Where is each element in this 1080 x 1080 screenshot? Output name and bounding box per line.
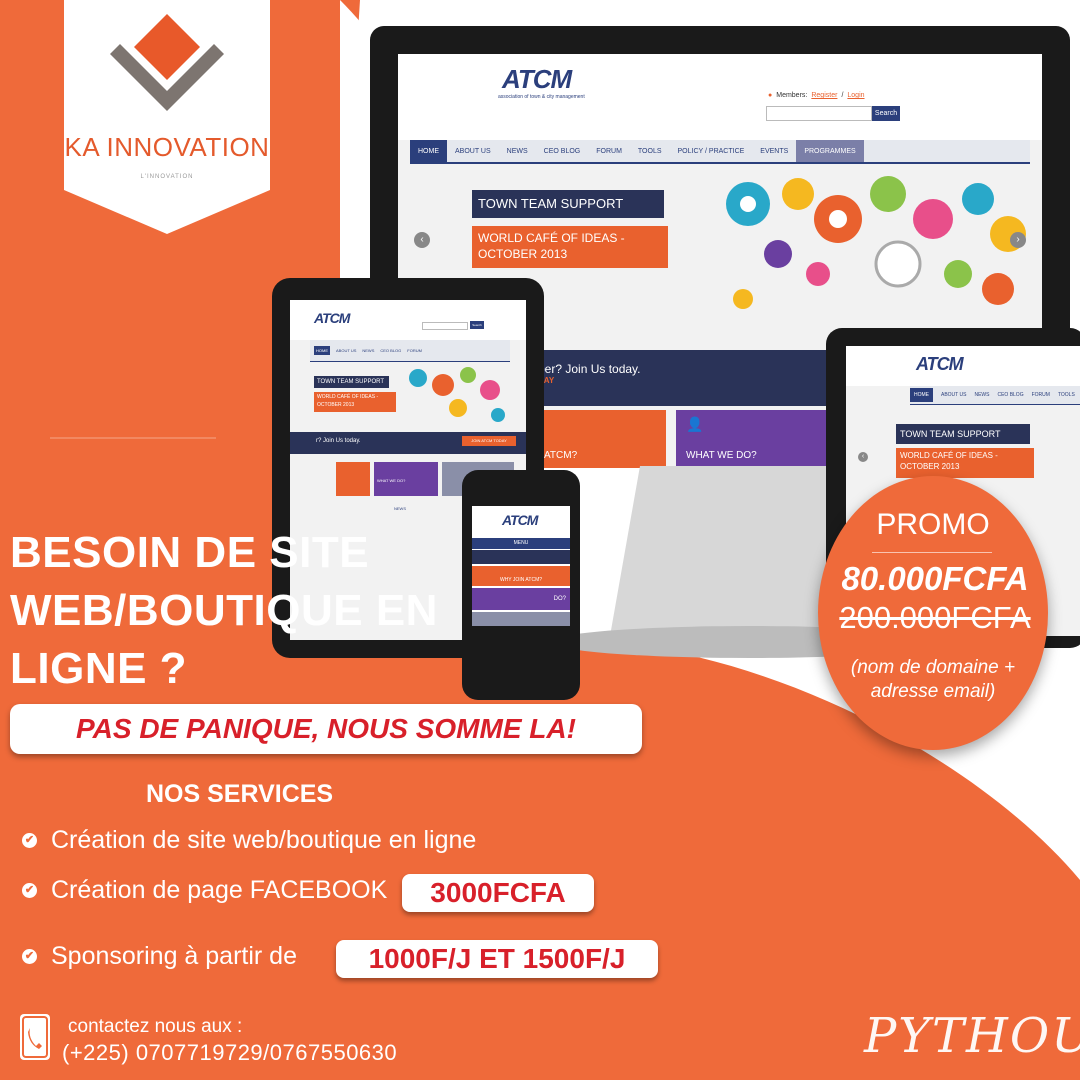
tablet-join-text: r? Join Us today.: [316, 438, 361, 444]
phone-icon: [20, 1014, 50, 1060]
nav-tools[interactable]: TOOLS: [630, 140, 670, 162]
tablet-search-input[interactable]: [422, 322, 468, 330]
nav-about[interactable]: ABOUT US: [447, 140, 499, 162]
service-text: Création de page FACEBOOK: [51, 876, 388, 904]
phone-tile-navy: [472, 550, 570, 564]
tablet-join-button[interactable]: JOIN ATCM TODAY: [462, 436, 516, 446]
tile-what-label: WHAT WE DO?: [686, 450, 757, 461]
register-link[interactable]: Register: [811, 92, 837, 99]
tablet-nav-about[interactable]: ABOUT US: [336, 348, 356, 353]
service-text: Création de site web/boutique en ligne: [51, 826, 477, 854]
sponsoring-price: 1000F/J ET 1500F/J: [336, 940, 658, 978]
slider-prev-icon[interactable]: ‹: [414, 232, 430, 248]
tile-what-we-do[interactable]: 👤 WHAT WE DO?: [676, 410, 826, 468]
laptop-nav-tools[interactable]: TOOLS: [1058, 392, 1075, 398]
phone-tile-grey: [472, 612, 570, 626]
tablet-nav-blog[interactable]: CEO BLOG: [380, 348, 401, 353]
services-title: NOS SERVICES: [146, 780, 334, 808]
laptop-nav-news[interactable]: NEWS: [974, 392, 989, 398]
facebook-price: 3000FCFA: [402, 874, 594, 912]
members-label: Members:: [776, 92, 808, 99]
nav-forum[interactable]: FORUM: [588, 140, 630, 162]
service-item-facebook: ✔ Création de page FACEBOOK: [22, 876, 387, 905]
brand-logo: [64, 0, 270, 234]
tablet-tile-purple: WHAT WE DO?: [374, 462, 438, 496]
site-logo: ATCM: [502, 64, 572, 94]
tablet-site-logo: ATCM: [314, 310, 350, 326]
nav-news[interactable]: NEWS: [499, 140, 536, 162]
service-text: Sponsoring à partir de: [51, 942, 297, 970]
laptop-nav-about[interactable]: ABOUT US: [941, 392, 966, 398]
contact-label: contactez nous aux :: [68, 1016, 243, 1037]
service-item-website: ✔ Création de site web/boutique en ligne: [22, 826, 476, 855]
tile-why-label: ATCM?: [544, 450, 578, 461]
promo-title: PROMO: [876, 508, 990, 541]
check-icon: ✔: [22, 949, 37, 964]
check-icon: ✔: [22, 883, 37, 898]
tablet-slide-title: TOWN TEAM SUPPORT: [314, 376, 389, 388]
signature: PYTHOUS: [864, 1008, 1080, 1064]
nav-ceo-blog[interactable]: CEO BLOG: [536, 140, 589, 162]
tablet-search-button[interactable]: Search: [470, 321, 484, 329]
promo-note: (nom de domaine + adresse email): [850, 657, 1016, 702]
tagline: PAS DE PANIQUE, NOUS SOMME LA!: [76, 713, 576, 744]
tablet-slide-subtitle: WORLD CAFÉ OF IDEAS - OCTOBER 2013: [314, 392, 396, 412]
brand-name: KA INNOVATION: [64, 132, 270, 162]
phone-site-logo: ATCM: [502, 512, 538, 528]
members-icon: ●: [768, 92, 773, 99]
site-search-input[interactable]: [766, 106, 872, 121]
nav-events[interactable]: EVENTS: [752, 140, 796, 162]
phone-site: ATCM MENU WHY JOIN ATCM? DO?: [472, 506, 570, 626]
tablet-nav-home[interactable]: HOME: [314, 346, 330, 355]
contact-phone[interactable]: (+225) 0707719729/0767550630: [62, 1040, 397, 1066]
laptop-slide-title: TOWN TEAM SUPPORT: [896, 424, 1030, 444]
tablet-gears-illustration: [409, 367, 505, 422]
tablet-news-label: NEWS: [394, 506, 406, 511]
site-nav: HOME ABOUT US NEWS CEO BLOG FORUM TOOLS …: [410, 140, 1030, 164]
laptop-nav-blog[interactable]: CEO BLOG: [997, 392, 1023, 398]
service-item-sponsoring: ✔ Sponsoring à partir de: [22, 942, 297, 971]
promo-old-price: 200.000FCFA: [839, 600, 1031, 635]
laptop-nav-home[interactable]: HOME: [910, 388, 933, 402]
site-logo-subtitle: association of town & city management: [498, 94, 585, 100]
brand-subtitle: L'INNOVATION: [140, 174, 194, 180]
join-text: ber? Join Us today.: [538, 362, 641, 376]
nav-programmes[interactable]: PROGRAMMES: [796, 140, 864, 162]
tile-why-join[interactable]: ATCM?: [538, 410, 666, 468]
phone-menu-button[interactable]: MENU: [472, 538, 570, 549]
laptop-slider-prev-icon[interactable]: ‹: [858, 452, 868, 462]
headline: BESOIN DE SITE WEB/BOUTIQUE EN LIGNE ?: [10, 528, 438, 693]
laptop-site-logo: ATCM: [916, 354, 964, 374]
slide-title: TOWN TEAM SUPPORT: [472, 190, 664, 218]
phone-tile-do[interactable]: DO?: [472, 588, 570, 610]
laptop-slide-subtitle: WORLD CAFÉ OF IDEAS - OCTOBER 2013: [896, 448, 1034, 478]
tablet-nav: HOME ABOUT US NEWS CEO BLOG FORUM: [310, 340, 510, 362]
login-link[interactable]: Login: [847, 92, 864, 99]
site-search-button[interactable]: Search: [872, 106, 900, 121]
tablet-tile-what: WHAT WE DO?: [377, 478, 406, 483]
slide-subtitle: WORLD CAFÉ OF IDEAS - OCTOBER 2013: [472, 226, 668, 268]
nav-home[interactable]: HOME: [410, 140, 447, 162]
laptop-nav-forum[interactable]: FORUM: [1032, 392, 1050, 398]
gears-illustration: [726, 176, 1026, 309]
tablet-nav-forum[interactable]: FORUM: [407, 348, 422, 353]
slider-next-icon[interactable]: ›: [1010, 232, 1026, 248]
phone-tile-why[interactable]: WHY JOIN ATCM?: [472, 566, 570, 586]
check-icon: ✔: [22, 833, 37, 848]
tablet-nav-news[interactable]: NEWS: [362, 348, 374, 353]
laptop-nav: HOME ABOUT US NEWS CEO BLOG FORUM TOOLS: [910, 386, 1080, 405]
tablet-tile-orange: [336, 462, 370, 496]
promo-divider: [872, 552, 992, 553]
user-icon: 👤: [686, 416, 704, 432]
nav-policy[interactable]: POLICY / PRACTICE: [670, 140, 753, 162]
promo-price: 80.000FCFA: [841, 560, 1029, 597]
